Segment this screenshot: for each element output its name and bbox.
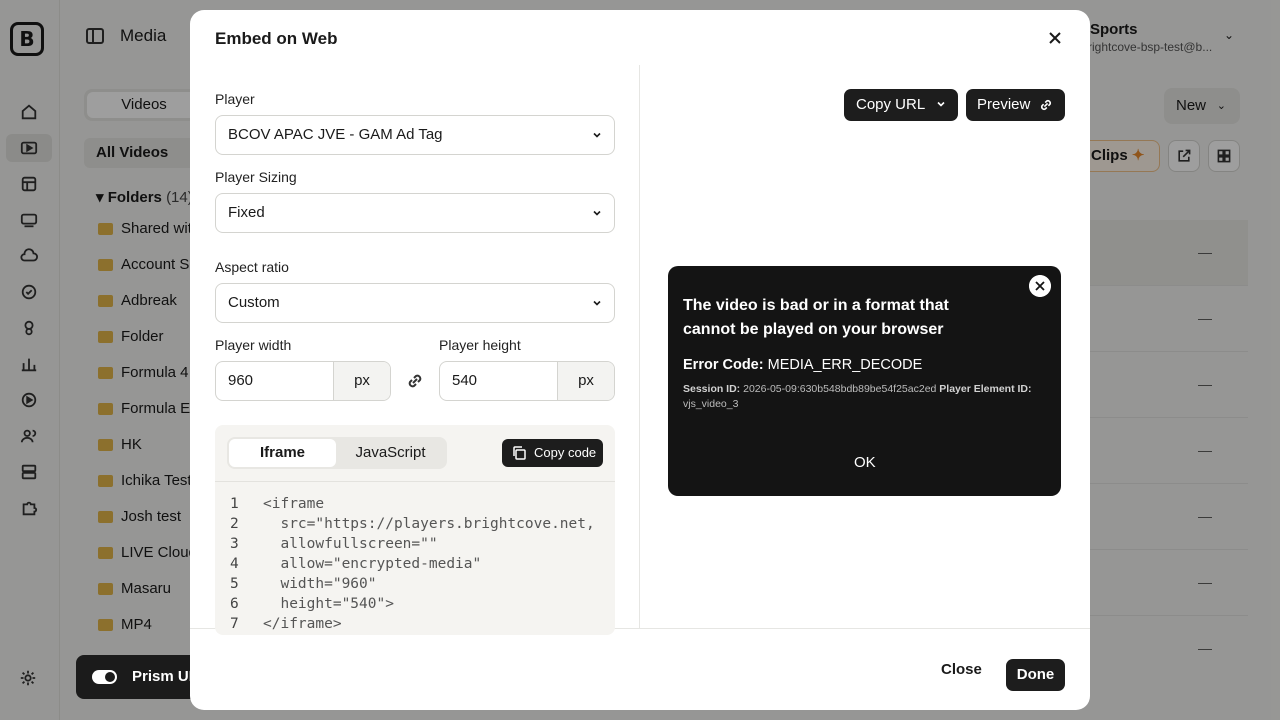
chevron-down-icon [593,210,601,216]
code-text: height="540"> [263,596,394,612]
prism-ui-label: Prism UI [132,668,193,685]
copy-icon [513,446,526,460]
height-label: Player height [439,337,521,353]
sizing-label: Player Sizing [215,169,297,185]
tab-javascript[interactable]: JavaScript [337,439,444,467]
copy-url-label: Copy URL [856,96,926,113]
line-number: 5 [230,576,239,592]
close-button[interactable]: Close [941,661,982,678]
code-text: width="960" [263,576,377,592]
code-line: 5 width="960" [230,576,377,592]
tab-iframe[interactable]: Iframe [229,439,336,467]
height-input[interactable]: 540 [440,362,558,400]
app-root: B Media Sports rightcove-bsp-test@b... ⌄… [0,0,1280,720]
line-number: 2 [230,516,239,532]
width-field: 960 px [215,361,391,401]
divider [639,65,640,628]
divider [215,481,615,482]
session-value: 2026-05-09:630b548bdb89be54f25ac2ed [743,383,937,395]
chevron-down-icon [593,300,601,306]
player-error-dialog: The video is bad or in a format that can… [668,266,1061,496]
error-code-value: MEDIA_ERR_DECODE [767,357,923,373]
aspect-select-value: Custom [228,294,280,311]
error-title: The video is bad or in a format that can… [683,297,949,338]
copy-code-label: Copy code [534,445,597,460]
line-number: 4 [230,556,239,572]
copy-url-button[interactable]: Copy URL [844,89,958,121]
code-line: 4 allow="encrypted-media" [230,556,481,572]
error-code: Error Code: MEDIA_ERR_DECODE [683,357,922,373]
prism-ui-toggle[interactable]: Prism UI [76,655,203,699]
width-input[interactable]: 960 [216,362,334,400]
done-button[interactable]: Done [1006,659,1065,691]
width-label: Player width [215,337,292,353]
line-number: 1 [230,496,239,512]
code-text: allowfullscreen="" [263,536,438,552]
line-number: 6 [230,596,239,612]
sizing-select[interactable]: Fixed [215,193,615,233]
element-label: Player Element ID: [939,383,1032,395]
aspect-select[interactable]: Custom [215,283,615,323]
close-icon[interactable] [1029,275,1051,297]
code-text: <iframe [263,496,325,512]
code-line: 1 <iframe [230,496,324,512]
player-select[interactable]: BCOV APAC JVE - GAM Ad Tag [215,115,615,155]
embed-code-panel: Iframe JavaScript Copy code 1 <iframe 2 s… [215,425,615,635]
line-number: 7 [230,616,239,632]
height-unit: px [558,362,614,400]
chevron-down-icon [937,101,945,107]
ok-button[interactable]: OK [854,454,876,471]
link-icon[interactable] [405,371,425,391]
dialog-title: Embed on Web [215,29,338,48]
chevron-down-icon [593,132,601,138]
embed-dialog: Embed on Web Player BCOV APAC JVE - GAM … [190,10,1090,710]
code-line: 3 allowfullscreen="" [230,536,438,552]
error-code-label: Error Code: [683,357,764,373]
player-select-value: BCOV APAC JVE - GAM Ad Tag [228,126,443,143]
code-text: allow="encrypted-media" [263,556,482,572]
link-icon [1040,99,1052,111]
aspect-label: Aspect ratio [215,259,289,275]
preview-label: Preview [977,96,1031,113]
code-type-switch: Iframe JavaScript [227,437,447,469]
preview-button[interactable]: Preview [966,89,1065,121]
close-icon[interactable] [1045,28,1065,48]
code-line: 2 src="https://players.brightcove.net, [230,516,595,532]
code-text: src="https://players.brightcove.net, [263,516,595,532]
toggle-switch[interactable] [92,670,117,684]
width-unit: px [334,362,390,400]
code-text: </iframe> [263,616,342,632]
sizing-select-value: Fixed [228,204,265,221]
code-line: 6 height="540"> [230,596,394,612]
player-label: Player [215,91,255,107]
line-number: 3 [230,536,239,552]
error-session: Session ID: 2026-05-09:630b548bdb89be54f… [683,382,1048,412]
code-line: 7 </iframe> [230,616,342,632]
session-label: Session ID: [683,383,741,395]
code-block[interactable]: 1 <iframe 2 src="https://players.brightco… [230,494,595,634]
element-value: vjs_video_3 [683,398,739,410]
copy-code-button[interactable]: Copy code [502,439,603,467]
height-field: 540 px [439,361,615,401]
